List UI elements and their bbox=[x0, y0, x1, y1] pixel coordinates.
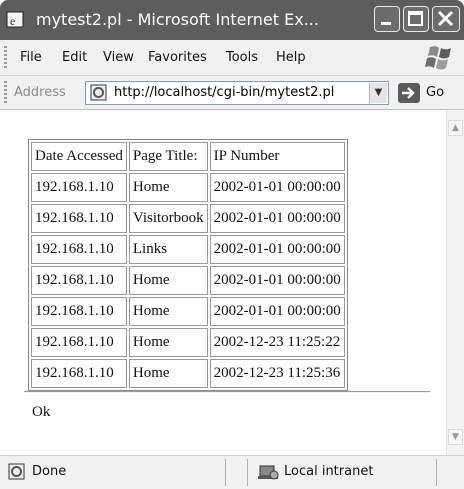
zone-text: Local intranet bbox=[284, 464, 374, 479]
windows-flag-icon bbox=[425, 46, 451, 70]
table-header-row: Date Accessed Page Title: IP Number bbox=[31, 142, 345, 171]
table-cell: Links bbox=[128, 235, 208, 264]
table-row: 192.168.1.10 Home 2002-01-01 00:00:00 bbox=[31, 266, 345, 295]
window-title: mytest2.pl - Microsoft Internet Ex... bbox=[36, 10, 319, 29]
access-log-table: Date Accessed Page Title: IP Number 192.… bbox=[28, 139, 348, 391]
address-dropdown-button[interactable]: ▼ bbox=[369, 83, 387, 103]
ie-page-icon: e bbox=[6, 11, 24, 28]
horizontal-rule bbox=[24, 391, 430, 393]
page-content: Date Accessed Page Title: IP Number 192.… bbox=[0, 111, 446, 455]
go-button[interactable] bbox=[398, 83, 420, 103]
table-cell: 192.168.1.10 bbox=[31, 359, 127, 388]
table-cell: 2002-01-01 00:00:00 bbox=[209, 297, 345, 326]
address-input[interactable]: http://localhost/cgi-bin/mytest2.pl ▼ bbox=[85, 81, 389, 105]
chevron-down-icon: ▼ bbox=[374, 87, 383, 98]
status-divider bbox=[225, 459, 226, 486]
column-header: Date Accessed bbox=[31, 142, 127, 171]
table-cell: 2002-01-01 00:00:00 bbox=[209, 235, 345, 264]
table-cell: Home bbox=[128, 173, 208, 202]
table-row: 192.168.1.10 Home 2002-01-01 00:00:00 bbox=[31, 297, 345, 326]
table-cell: Home bbox=[128, 266, 208, 295]
table-cell: 192.168.1.10 bbox=[31, 204, 127, 233]
menu-tools[interactable]: Tools bbox=[226, 50, 258, 65]
menu-edit[interactable]: Edit bbox=[62, 50, 87, 65]
address-label: Address bbox=[14, 85, 66, 100]
scroll-down-button[interactable]: ▼ bbox=[448, 429, 463, 445]
menu-favorites[interactable]: Favorites bbox=[148, 50, 207, 65]
maximize-icon bbox=[408, 11, 423, 26]
table-cell: 2002-01-01 00:00:00 bbox=[209, 266, 345, 295]
table-cell: Home bbox=[128, 297, 208, 326]
menu-help[interactable]: Help bbox=[276, 50, 306, 65]
maximize-button[interactable] bbox=[403, 6, 429, 32]
table-row: 192.168.1.10 Home 2002-01-01 00:00:00 bbox=[31, 173, 345, 202]
menu-bar: File Edit View Favorites Tools Help bbox=[0, 40, 464, 76]
table-cell: 2002-12-23 11:25:36 bbox=[209, 359, 345, 388]
browser-window: e mytest2.pl - Microsoft Internet Ex... … bbox=[0, 0, 464, 489]
table-cell: 192.168.1.10 bbox=[31, 173, 127, 202]
status-bar: Done Local intranet bbox=[0, 455, 464, 489]
vertical-scrollbar[interactable]: ▲ ▼ bbox=[446, 111, 464, 455]
address-url: http://localhost/cgi-bin/mytest2.pl bbox=[114, 85, 335, 100]
table-cell: 192.168.1.10 bbox=[31, 235, 127, 264]
scroll-up-button[interactable]: ▲ bbox=[448, 120, 463, 136]
address-bar: Address http://localhost/cgi-bin/mytest2… bbox=[0, 76, 464, 110]
table-cell: 2002-01-01 00:00:00 bbox=[209, 204, 345, 233]
intranet-icon bbox=[258, 465, 279, 480]
page-icon bbox=[90, 84, 107, 101]
go-label[interactable]: Go bbox=[426, 85, 444, 100]
close-button[interactable] bbox=[432, 6, 460, 32]
table-cell: Home bbox=[128, 359, 208, 388]
minimize-button[interactable] bbox=[374, 6, 400, 32]
column-header: IP Number bbox=[209, 142, 345, 171]
close-icon bbox=[437, 10, 454, 27]
svg-text:e: e bbox=[10, 14, 15, 28]
toolbar-grip[interactable] bbox=[4, 46, 7, 70]
table-cell: 192.168.1.10 bbox=[31, 266, 127, 295]
table-cell: 192.168.1.10 bbox=[31, 328, 127, 357]
table-cell: 2002-01-01 00:00:00 bbox=[209, 173, 345, 202]
status-message: Ok bbox=[32, 404, 51, 420]
table-cell: 2002-12-23 11:25:22 bbox=[209, 328, 345, 357]
chevron-down-icon: ▼ bbox=[452, 432, 459, 442]
table-row: 192.168.1.10 Links 2002-01-01 00:00:00 bbox=[31, 235, 345, 264]
table-cell: 192.168.1.10 bbox=[31, 297, 127, 326]
arrow-right-icon bbox=[402, 87, 415, 99]
title-bar[interactable]: e mytest2.pl - Microsoft Internet Ex... bbox=[0, 0, 464, 40]
done-page-icon bbox=[8, 463, 25, 480]
minimize-icon bbox=[381, 22, 391, 25]
table-cell: Visitorbook bbox=[128, 204, 208, 233]
table-row: 192.168.1.10 Home 2002-12-23 11:25:36 bbox=[31, 359, 345, 388]
status-divider bbox=[436, 459, 437, 486]
status-divider bbox=[247, 459, 248, 486]
status-done-text: Done bbox=[32, 464, 67, 479]
menu-view[interactable]: View bbox=[103, 50, 134, 65]
table-row: 192.168.1.10 Visitorbook 2002-01-01 00:0… bbox=[31, 204, 345, 233]
column-header: Page Title: bbox=[128, 142, 208, 171]
table-cell: Home bbox=[128, 328, 208, 357]
table-row: 192.168.1.10 Home 2002-12-23 11:25:22 bbox=[31, 328, 345, 357]
menu-file[interactable]: File bbox=[20, 50, 42, 65]
address-grip[interactable] bbox=[4, 81, 7, 105]
chevron-up-icon: ▲ bbox=[452, 123, 459, 133]
